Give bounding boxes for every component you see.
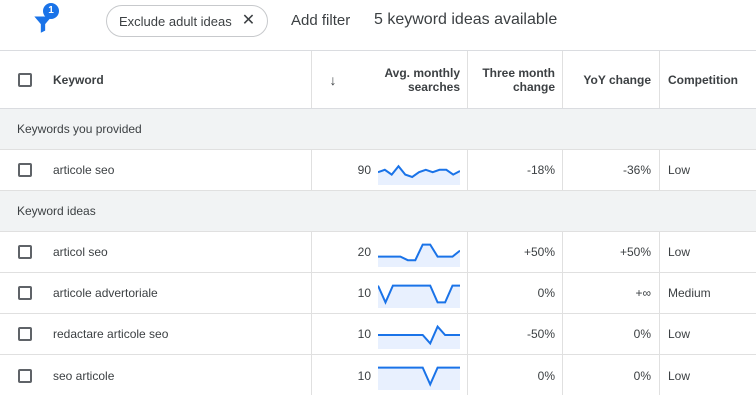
trend-sparkline [378, 243, 460, 267]
column-divider [659, 51, 660, 108]
column-three-line2: change [512, 79, 555, 94]
group-label: Keywords you provided [17, 122, 142, 136]
keyword-cell: redactare articole seo [53, 327, 169, 341]
filter-count-badge: 1 [43, 3, 59, 19]
trend-sparkline [378, 324, 460, 349]
ideas-count-text: 5 keyword ideas available [374, 11, 558, 28]
competition-cell: Medium [668, 286, 711, 300]
group-header-ideas: Keyword ideas [0, 191, 756, 232]
row-checkbox[interactable] [18, 327, 32, 341]
add-filter-button[interactable]: Add filter [291, 12, 350, 29]
keyword-cell: articole advertoriale [53, 286, 158, 300]
searches-cell: 10 [357, 286, 371, 300]
row-checkbox[interactable] [18, 245, 32, 259]
searches-cell: 10 [357, 327, 371, 341]
table-row: articol seo 20 +50% +50% Low [0, 232, 756, 273]
sparkline-area [378, 367, 460, 390]
row-checkbox[interactable] [18, 368, 32, 383]
column-divider [659, 273, 660, 313]
column-avg-line1: Avg. monthly [384, 65, 460, 80]
yoy-cell: 0% [633, 368, 651, 383]
sparkline-area [378, 166, 460, 185]
trend-sparkline [378, 164, 460, 185]
filter-bar: 1 Exclude adult ideas ✕ Add filter 5 key… [0, 0, 756, 50]
searches-cell: 10 [357, 368, 371, 383]
column-three-month-change[interactable]: Three month change [468, 51, 555, 108]
table-row: redactare articole seo 10 -50% 0% Low [0, 314, 756, 355]
keyword-cell: articole seo [53, 163, 115, 177]
competition-cell: Low [668, 327, 691, 341]
exclude-adult-chip[interactable]: Exclude adult ideas ✕ [106, 5, 269, 37]
column-keyword[interactable]: Keyword [53, 51, 303, 108]
sparkline-area [378, 326, 460, 349]
row-checkbox[interactable] [18, 163, 32, 177]
trend-sparkline [378, 284, 460, 308]
three-month-cell: 0% [537, 368, 555, 383]
column-divider [659, 314, 660, 354]
searches-cell: 20 [357, 245, 371, 259]
close-icon[interactable]: ✕ [242, 13, 255, 29]
competition-cell: Low [668, 368, 691, 383]
three-month-cell: -50% [526, 327, 555, 341]
column-divider [659, 232, 660, 272]
group-header-provided: Keywords you provided [0, 109, 756, 150]
searches-cell: 90 [357, 163, 371, 177]
column-divider [659, 355, 660, 395]
table-row: seo articole 10 0% 0% Low [0, 355, 756, 395]
table-row: articole advertoriale 10 0% +∞ Medium [0, 273, 756, 314]
table-header: Keyword ↓ Avg. monthly searches Three mo… [0, 50, 756, 109]
column-avg-monthly-searches[interactable]: Avg. monthly searches [355, 51, 460, 108]
keyword-cell: seo articole [53, 368, 115, 383]
keyword-cell: articol seo [53, 245, 108, 259]
table-row: articole seo 90 -18% -36% Low [0, 150, 756, 191]
select-all-checkbox[interactable] [18, 72, 32, 87]
sort-arrow-down-icon[interactable]: ↓ [311, 51, 355, 108]
row-checkbox[interactable] [18, 286, 32, 300]
trend-sparkline [378, 366, 460, 390]
group-label: Keyword ideas [17, 204, 96, 218]
competition-cell: Low [668, 163, 691, 177]
yoy-cell: -36% [622, 163, 651, 177]
keyword-table: Keyword ↓ Avg. monthly searches Three mo… [0, 50, 756, 395]
column-yoy-change[interactable]: YoY change [563, 51, 651, 108]
three-month-cell: 0% [537, 286, 555, 300]
yoy-cell: +∞ [635, 286, 651, 300]
yoy-cell: 0% [633, 327, 651, 341]
yoy-cell: +50% [619, 245, 651, 259]
column-competition[interactable]: Competition [668, 51, 756, 108]
three-month-cell: -18% [526, 163, 555, 177]
column-three-line1: Three month [482, 65, 555, 80]
competition-cell: Low [668, 245, 691, 259]
column-divider [659, 150, 660, 190]
column-avg-line2: searches [407, 79, 460, 94]
chip-label: Exclude adult ideas [119, 13, 232, 29]
three-month-cell: +50% [523, 245, 555, 259]
